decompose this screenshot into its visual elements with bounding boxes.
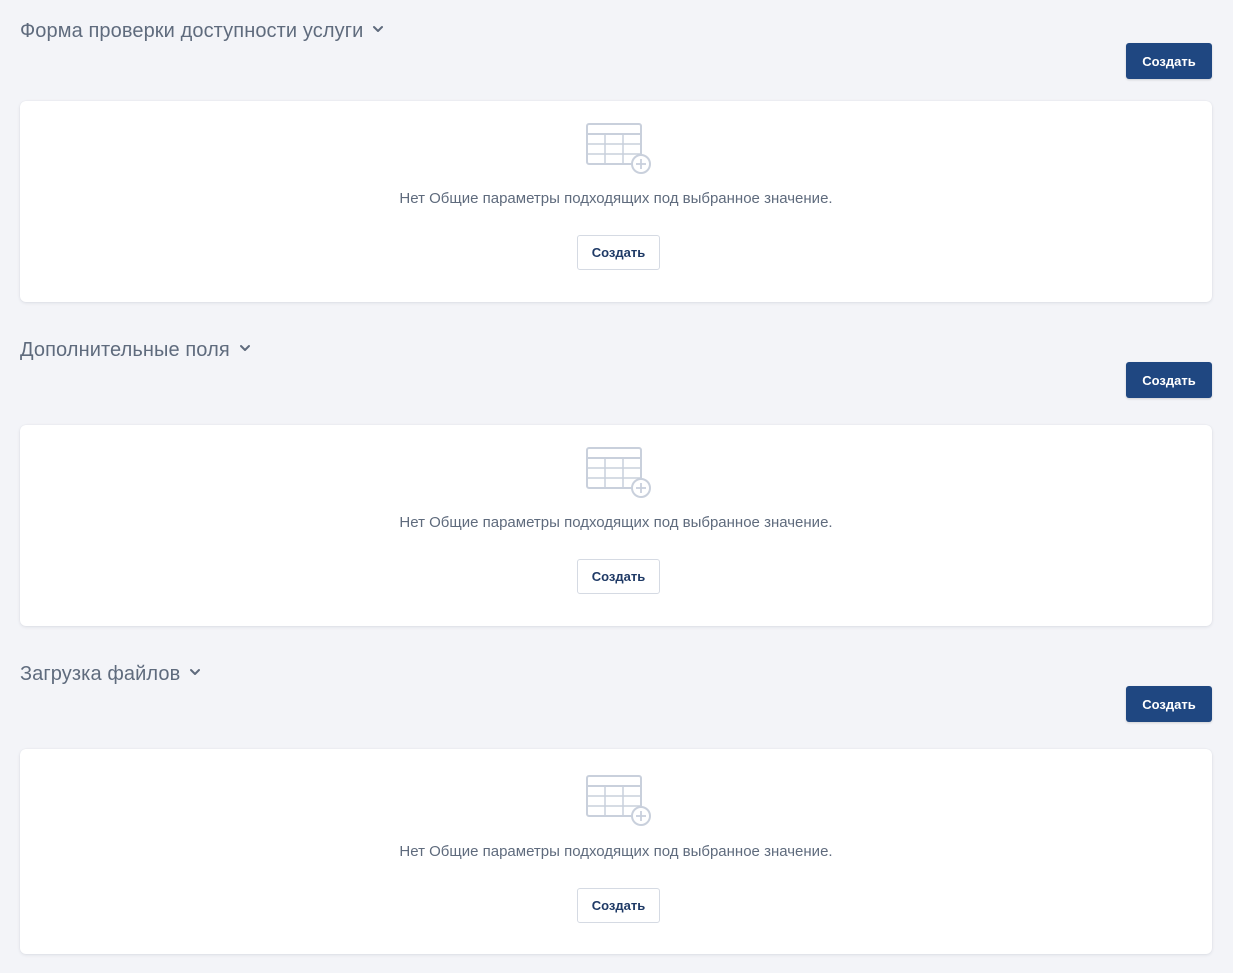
empty-state-create-button[interactable]: Создать [577, 559, 660, 594]
section-header[interactable]: Загрузка файлов [20, 659, 202, 689]
empty-state-card: Нет Общие параметры подходящих под выбра… [20, 749, 1212, 954]
table-add-icon [586, 123, 651, 174]
empty-state-create-button[interactable]: Создать [577, 888, 660, 923]
create-button[interactable]: Создать [1126, 362, 1212, 398]
empty-state-card: Нет Общие параметры подходящих под выбра… [20, 425, 1212, 626]
empty-state-card: Нет Общие параметры подходящих под выбра… [20, 101, 1212, 302]
empty-state-message: Нет Общие параметры подходящих под выбра… [399, 843, 833, 860]
section-title: Загрузка файлов [20, 662, 181, 685]
create-button[interactable]: Создать [1126, 686, 1212, 722]
table-add-icon [586, 775, 651, 826]
empty-state-message: Нет Общие параметры подходящих под выбра… [399, 514, 833, 531]
table-add-icon [586, 447, 651, 498]
chevron-down-icon [190, 669, 201, 675]
chevron-down-icon [373, 26, 384, 32]
chevron-down-icon [239, 345, 250, 351]
section-header[interactable]: Дополнительные поля [20, 335, 252, 365]
section-title: Форма проверки доступности услуги [20, 19, 364, 42]
section-header[interactable]: Форма проверки доступности услуги [20, 16, 385, 46]
create-button[interactable]: Создать [1126, 43, 1212, 79]
empty-state-create-button[interactable]: Создать [577, 235, 660, 270]
section-title: Дополнительные поля [20, 338, 230, 361]
empty-state-message: Нет Общие параметры подходящих под выбра… [399, 190, 833, 207]
